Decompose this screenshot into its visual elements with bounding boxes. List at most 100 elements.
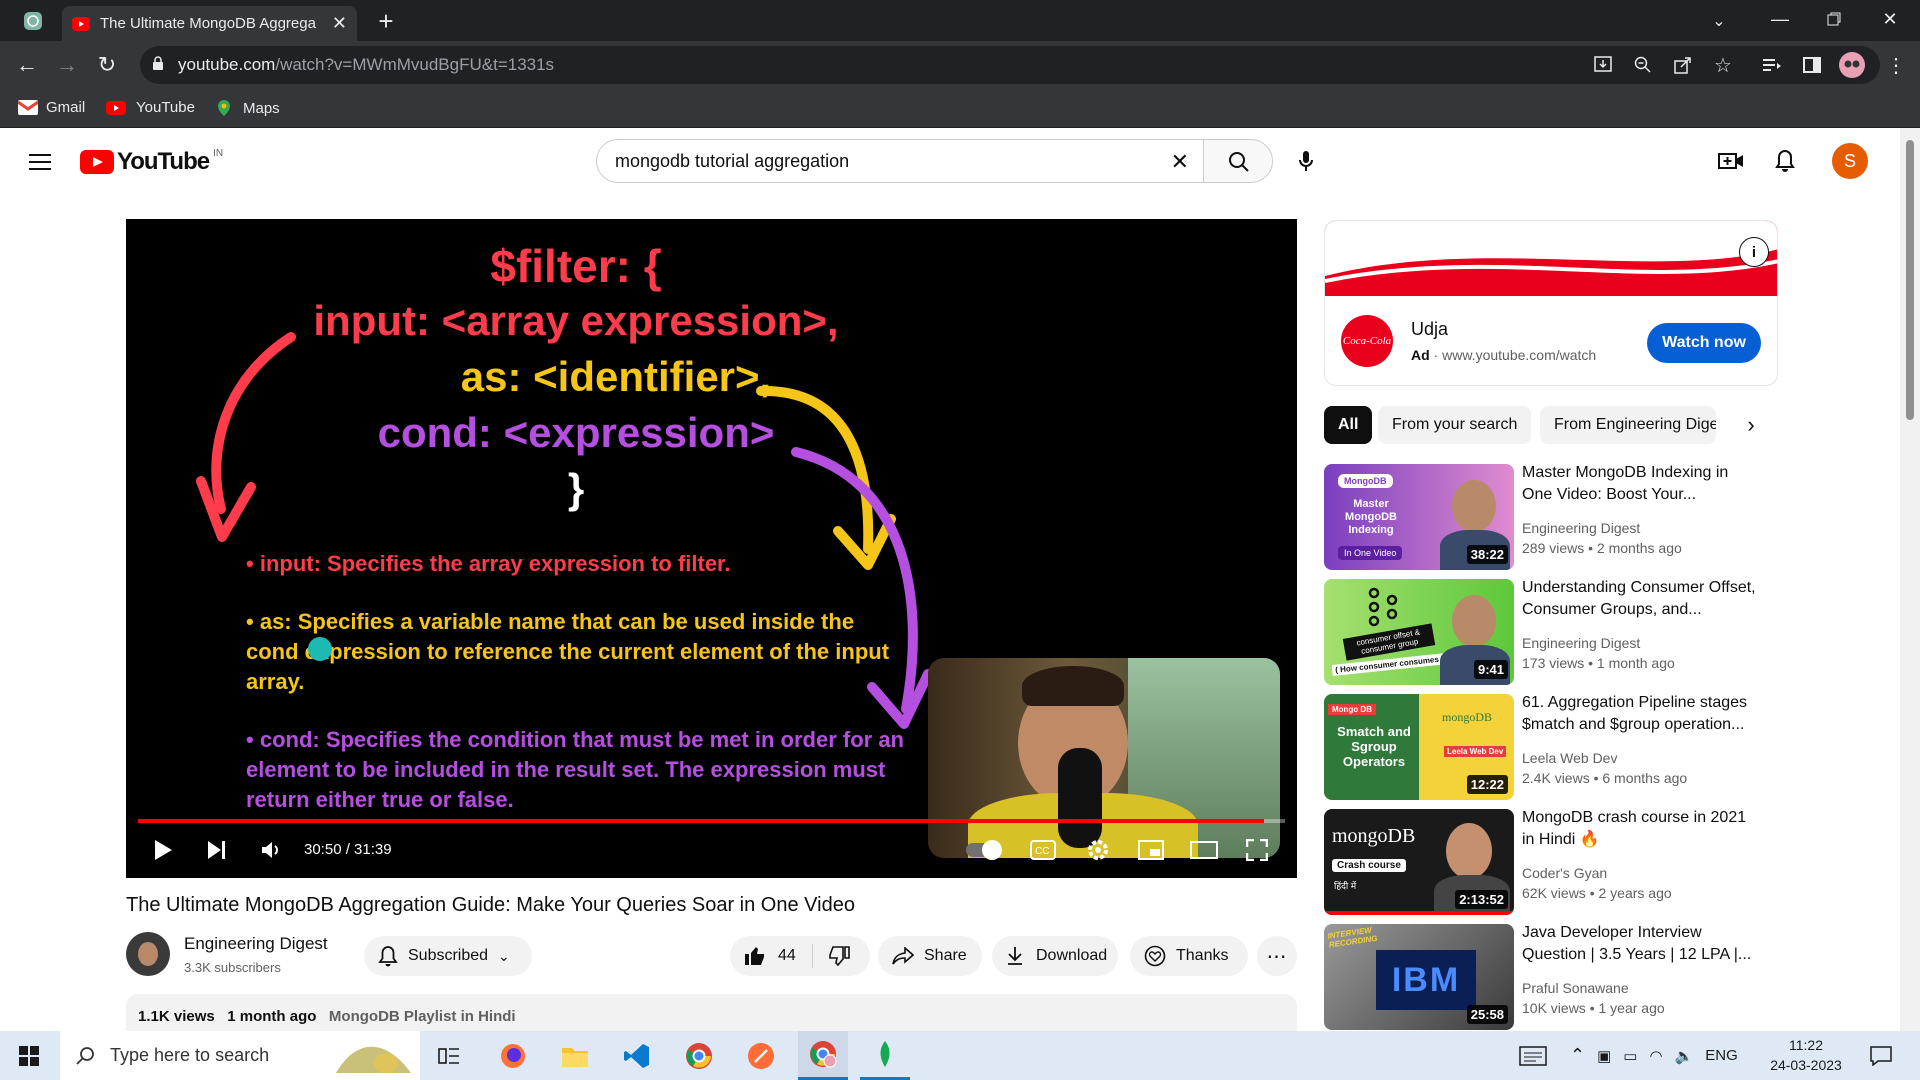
play-button[interactable] [148,835,178,865]
display-icon[interactable] [1508,1031,1558,1080]
more-actions-button[interactable]: ⋯ [1257,936,1297,976]
channel-avatar[interactable] [126,932,170,976]
page-scrollbar[interactable] [1900,128,1920,1031]
battery-icon[interactable]: ▭ [1623,1047,1637,1065]
clear-search-icon[interactable]: ✕ [1171,149,1189,175]
bookmark-gmail[interactable]: Gmail [18,99,85,116]
chatgpt-extension-icon[interactable] [20,8,46,34]
rec-channel[interactable]: Coder's Gyan [1522,865,1607,881]
rec-thumbnail[interactable]: INTERVIEW RECORDING IBM 25:58 [1324,924,1514,1030]
postman-icon[interactable] [736,1031,786,1080]
like-icon[interactable] [744,946,766,966]
bookmark-youtube[interactable]: YouTube [106,99,195,116]
rec-thumbnail[interactable]: MongoDB Master MongoDB Indexing In One V… [1324,464,1514,570]
mongodb-compass-icon[interactable] [860,1031,910,1080]
back-icon[interactable]: ← [12,51,42,79]
speaker-icon[interactable]: 🔈 [1675,1047,1694,1065]
next-video-button[interactable] [202,835,232,865]
video-player[interactable]: $filter: { input: <array expression>, as… [126,219,1297,878]
task-view-icon[interactable] [424,1031,474,1080]
channel-name[interactable]: Engineering Digest [184,934,328,954]
download-button[interactable]: Download [992,936,1118,976]
dislike-icon[interactable] [828,946,850,966]
side-panel-icon[interactable] [1798,51,1826,79]
chrome-menu-icon[interactable]: ⋮ [1882,51,1910,79]
media-queue-icon[interactable] [1758,51,1786,79]
rec-video-5[interactable]: INTERVIEW RECORDING IBM 25:58 Java Devel… [1324,924,1824,1031]
vscode-icon[interactable] [612,1031,662,1080]
taskbar-search-box[interactable]: Type here to search [60,1031,420,1080]
rec-thumbnail[interactable]: consumer offset & consumer group ( How c… [1324,579,1514,685]
miniplayer-icon[interactable] [1134,835,1168,865]
rec-title[interactable]: Java Developer Interview Question | 3.5 … [1522,922,1762,966]
ad-card[interactable]: i Coca-Cola Udja Ad · www.youtube.com/wa… [1324,220,1778,386]
new-tab-icon[interactable]: + [372,6,400,36]
youtube-logo[interactable]: YouTube IN [80,148,223,176]
captions-icon[interactable]: CC [1026,835,1060,865]
rec-thumbnail[interactable]: mongoDB Crash course हिंदी में 2:13:52 [1324,809,1514,915]
tab-search-chevron-icon[interactable]: ⌄ [1706,8,1732,34]
volume-icon[interactable] [256,835,286,865]
notifications-bell-icon[interactable] [1770,146,1800,176]
rec-title[interactable]: MongoDB crash course in 2021 in Hindi 🔥 [1522,807,1762,851]
firefox-icon[interactable] [488,1031,538,1080]
language-indicator[interactable]: ENG [1705,1047,1738,1064]
rec-channel[interactable]: Engineering Digest [1522,520,1640,536]
playlist-link[interactable]: MongoDB Playlist in Hindi [329,1008,516,1025]
chip-from-your-search[interactable]: From your search [1378,406,1532,444]
notifications-center-icon[interactable] [1856,1031,1906,1080]
theater-mode-icon[interactable] [1187,835,1221,865]
bookmark-star-icon[interactable]: ☆ [1710,52,1736,78]
rec-video-4[interactable]: mongoDB Crash course हिंदी में 2:13:52 M… [1324,809,1824,917]
rec-title[interactable]: Understanding Consumer Offset, Consumer … [1522,577,1762,621]
ad-info-icon[interactable]: i [1739,237,1769,267]
guide-menu-icon[interactable] [26,150,54,174]
settings-gear-icon[interactable] [1081,835,1115,865]
scrollbar-thumb[interactable] [1906,140,1914,420]
restore-icon[interactable] [1814,4,1854,34]
chrome-active-icon[interactable] [798,1031,848,1080]
chrome-icon[interactable] [674,1031,724,1080]
voice-search-icon[interactable] [1286,141,1326,181]
rec-title[interactable]: Master MongoDB Indexing in One Video: Bo… [1522,462,1762,506]
account-avatar[interactable]: S [1832,143,1868,179]
fullscreen-icon[interactable] [1240,835,1274,865]
profile-avatar[interactable] [1839,52,1865,78]
rec-thumbnail[interactable]: Mongo DB Smatch and Sgroup Operators mon… [1324,694,1514,800]
close-window-icon[interactable]: ✕ [1870,4,1910,34]
watch-now-button[interactable]: Watch now [1647,323,1761,363]
like-count[interactable]: 44 [778,947,796,965]
windows-start-icon[interactable] [4,1031,54,1080]
address-bar[interactable]: youtube.com/watch?v=MWmMvudBgFU&t=1331s … [140,46,1880,84]
chips-next-chevron-icon[interactable]: › [1736,410,1766,440]
chip-all[interactable]: All [1324,406,1373,444]
meet-now-icon[interactable]: ▣ [1597,1047,1611,1065]
share-button[interactable]: Share [878,936,982,976]
show-hidden-icons-icon[interactable]: ⌃ [1570,1045,1585,1066]
install-app-icon[interactable] [1590,52,1616,78]
rec-video-3[interactable]: Mongo DB Smatch and Sgroup Operators mon… [1324,694,1824,802]
share-page-icon[interactable] [1670,52,1696,78]
subscribed-button[interactable]: Subscribed ⌄ [364,936,532,976]
forward-icon[interactable]: → [52,51,82,79]
search-button[interactable] [1203,139,1273,183]
rec-title[interactable]: 61. Aggregation Pipeline stages $match a… [1522,692,1762,736]
minimize-icon[interactable]: — [1760,4,1800,34]
rec-video-1[interactable]: MongoDB Master MongoDB Indexing In One V… [1324,464,1824,572]
description-box[interactable]: 1.1K views 1 month ago MongoDB Playlist … [126,994,1297,1031]
autoplay-toggle[interactable] [966,840,1002,860]
search-input[interactable]: mongodb tutorial aggregation ✕ [596,139,1204,183]
rec-channel[interactable]: Engineering Digest [1522,635,1640,651]
file-explorer-icon[interactable] [550,1031,600,1080]
rec-channel[interactable]: Leela Web Dev [1522,750,1617,766]
lock-icon[interactable] [152,56,164,76]
create-video-icon[interactable] [1716,146,1746,176]
wifi-icon[interactable]: ◠ [1649,1047,1662,1065]
browser-tab-active[interactable]: The Ultimate MongoDB Aggrega ✕ [62,6,357,41]
chip-from-channel[interactable]: From Engineering Dige [1540,406,1716,444]
reload-icon[interactable]: ↻ [92,51,122,79]
progress-bar[interactable] [138,819,1285,823]
rec-video-2[interactable]: consumer offset & consumer group ( How c… [1324,579,1824,687]
tab-close-icon[interactable]: ✕ [332,13,347,34]
zoom-icon[interactable] [1630,52,1656,78]
